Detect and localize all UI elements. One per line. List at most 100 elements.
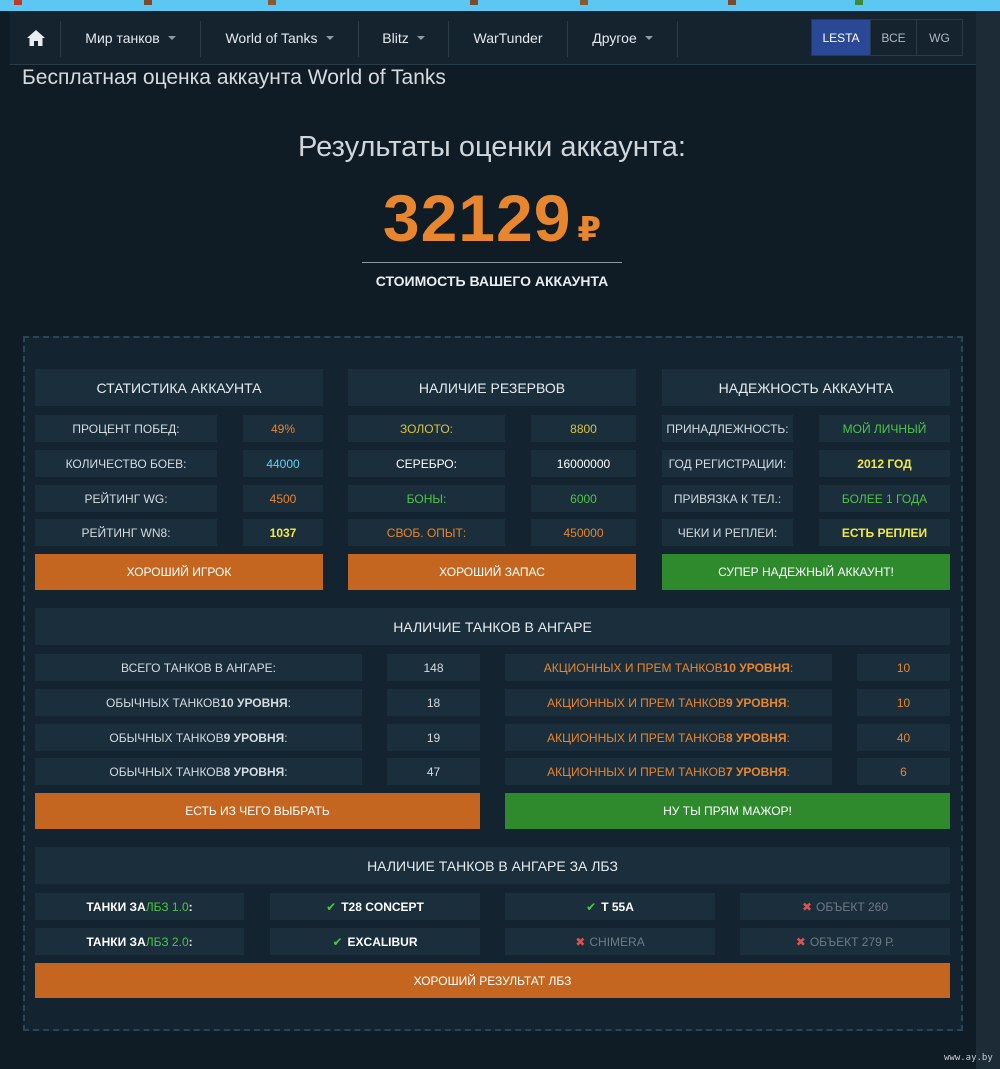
reliability-verdict-button[interactable]: СУПЕР НАДЕЖНЫЙ АККАУНТ! [662, 554, 950, 590]
hangar-label-tier: 9 УРОВНЯ [223, 730, 285, 745]
hangar-label: ОБЫЧНЫХ ТАНКОВ 9 УРОВНЯ: [35, 724, 362, 751]
stats-value-wg-rating: 4500 [243, 485, 323, 512]
region-switcher: LESTA ВСЕ WG [811, 19, 963, 56]
stats-label: РЕЙТИНГ WG: [35, 485, 217, 512]
hangar-value-tier8: 47 [387, 758, 480, 785]
reliability-label: ПРИВЯЗКА К ТЕЛ.: [662, 485, 793, 512]
nav-item-wartunder[interactable]: WarTunder [449, 11, 567, 65]
reliability-value-phone: БОЛЕЕ 1 ГОДА [819, 485, 950, 512]
page-title: Бесплатная оценка аккаунта World of Tank… [22, 66, 446, 89]
cross-icon: ✖ [801, 899, 813, 914]
hangar-label: ОБЫЧНЫХ ТАНКОВ 8 УРОВНЯ: [35, 758, 362, 785]
hangar-prem-value-tier8: 40 [857, 724, 950, 751]
hangar-prem-label-tier: 8 УРОВНЯ [725, 730, 787, 745]
price-value: 32129 [382, 181, 572, 255]
stats-label: КОЛИЧЕСТВО БОЕВ: [35, 450, 217, 477]
hangar-prem-label-text: АКЦИОННЫХ И ПРЕМ ТАНКОВ [547, 764, 726, 779]
hangar-value-tier10: 18 [387, 689, 480, 716]
reliability-header: НАДЕЖНОСТЬ АККАУНТА [662, 369, 950, 406]
reliability-label: ГОД РЕГИСТРАЦИИ: [662, 450, 793, 477]
hangar-prem-label-text: АКЦИОННЫХ И ПРЕМ ТАНКОВ [543, 660, 723, 675]
nav-item-label: Blitz [382, 30, 409, 46]
page-gutter [976, 11, 1000, 1069]
lbz-label-colon: : [188, 899, 193, 914]
chevron-down-icon [167, 36, 176, 40]
hangar-verdict-button[interactable]: ЕСТЬ ИЗ ЧЕГО ВЫБРАТЬ [35, 793, 480, 829]
nav-item-label: Другое [592, 30, 637, 46]
region-lesta-button[interactable]: LESTA [812, 20, 870, 55]
reserves-value-free-xp: 450000 [531, 519, 636, 546]
chevron-down-icon [644, 36, 653, 40]
check-icon: ✔ [332, 934, 343, 949]
lbz-tank-missing: ✖ ОБЪЕКТ 279 Р. [740, 928, 950, 955]
lbz-label-text: ТАНКИ ЗА [86, 934, 146, 949]
hangar-prem-label-colon: : [789, 660, 794, 675]
lbz-tank-name: EXCALIBUR [347, 934, 418, 949]
stats-label: ПРОЦЕНТ ПОБЕД: [35, 415, 217, 442]
lbz-label-accent: ЛБЗ 1.0 [145, 899, 189, 914]
hangar-prem-label-colon: : [786, 695, 790, 710]
nav-item-drugoe[interactable]: Другое [568, 11, 677, 65]
hangar-label-colon: : [284, 764, 288, 779]
check-icon: ✔ [586, 899, 597, 914]
hangar-label: ОБЫЧНЫХ ТАНКОВ 10 УРОВНЯ: [35, 689, 362, 716]
check-icon: ✔ [326, 899, 337, 914]
top-navbar: Мир танков World of Tanks Blitz WarTunde… [10, 11, 976, 65]
chevron-down-icon [325, 36, 334, 40]
browser-top-strip [0, 0, 1000, 11]
stats-verdict-button[interactable]: ХОРОШИЙ ИГРОК [35, 554, 323, 590]
home-icon [27, 30, 45, 46]
hangar-prem-value-tier7: 6 [857, 758, 950, 785]
hangar-prem-verdict-button[interactable]: НУ ТЫ ПРЯМ МАЖОР! [505, 793, 950, 829]
lbz-tank-name: CHIMERA [589, 934, 645, 949]
reserves-label-gold: ЗОЛОТО: [348, 415, 505, 442]
stats-value-wn8: 1037 [243, 519, 323, 546]
lbz-tank-name: ОБЪЕКТ 279 Р. [809, 934, 895, 949]
reserves-label-silver: СЕРЕБРО: [348, 450, 505, 477]
nav-item-label: WarTunder [473, 30, 543, 46]
hangar-label-tier: 10 УРОВНЯ [220, 695, 288, 710]
reserves-header: НАЛИЧИЕ РЕЗЕРВОВ [348, 369, 636, 406]
lbz-label-text: ТАНКИ ЗА [86, 899, 146, 914]
hangar-label-tier: 8 УРОВНЯ [223, 764, 285, 779]
stats-value-battles: 44000 [243, 450, 323, 477]
hangar-label-colon: : [284, 730, 288, 745]
lbz-label: ТАНКИ ЗА ЛБЗ 2.0 : [35, 928, 244, 955]
home-button[interactable] [10, 11, 62, 65]
hangar-label-text: ОБЫЧНЫХ ТАНКОВ [109, 730, 224, 745]
hangar-prem-label-colon: : [786, 764, 790, 779]
lbz-tank-missing: ✖ CHIMERA [505, 928, 715, 955]
lbz-tank-owned: ✔ T28 CONCEPT [270, 893, 480, 920]
nav-item-world-of-tanks[interactable]: World of Tanks [201, 11, 358, 65]
stats-label: РЕЙТИНГ WN8: [35, 519, 217, 546]
region-all-button[interactable]: ВСЕ [870, 20, 916, 55]
watermark: www.ay.by [944, 1053, 993, 1063]
results-title: Результаты оценки аккаунта: [298, 131, 686, 163]
reliability-value-replays: ЕСТЬ РЕПЛЕИ [819, 519, 950, 546]
nav-item-mir-tankov[interactable]: Мир танков [61, 11, 200, 65]
nav-item-blitz[interactable]: Blitz [359, 11, 448, 65]
hangar-label-colon: : [287, 695, 291, 710]
reserves-label-free-xp: СВОБ. ОПЫТ: [348, 519, 505, 546]
cross-icon: ✖ [575, 934, 586, 949]
lbz-tank-name: T28 CONCEPT [341, 899, 424, 914]
hangar-prem-label: АКЦИОННЫХ И ПРЕМ ТАНКОВ 8 УРОВНЯ: [505, 724, 832, 751]
reserves-verdict-button[interactable]: ХОРОШИЙ ЗАПАС [348, 554, 636, 590]
hangar-prem-label: АКЦИОННЫХ И ПРЕМ ТАНКОВ 10 УРОВНЯ: [505, 654, 832, 681]
account-price: 32129 ₽ [0, 180, 984, 256]
lbz-label-accent: ЛБЗ 2.0 [145, 934, 189, 949]
lbz-label-colon: : [188, 934, 193, 949]
hangar-prem-label-text: АКЦИОННЫХ И ПРЕМ ТАНКОВ [547, 695, 726, 710]
region-wg-button[interactable]: WG [916, 20, 962, 55]
reliability-value-reg-year: 2012 ГОД [819, 450, 950, 477]
hangar-prem-label-colon: : [786, 730, 790, 745]
hangar-label-text: ВСЕГО ТАНКОВ В АНГАРЕ: [121, 660, 276, 675]
reserves-value-gold: 8800 [531, 415, 636, 442]
reliability-label: ЧЕКИ И РЕПЛЕИ: [662, 519, 793, 546]
price-currency: ₽ [577, 211, 602, 249]
lbz-verdict-button[interactable]: ХОРОШИЙ РЕЗУЛЬТАТ ЛБЗ [35, 963, 950, 998]
lbz-tank-name: T 55A [601, 899, 634, 914]
nav-item-label: Мир танков [85, 30, 160, 46]
nav-separator [677, 21, 678, 57]
stats-value-winrate: 49% [243, 415, 323, 442]
